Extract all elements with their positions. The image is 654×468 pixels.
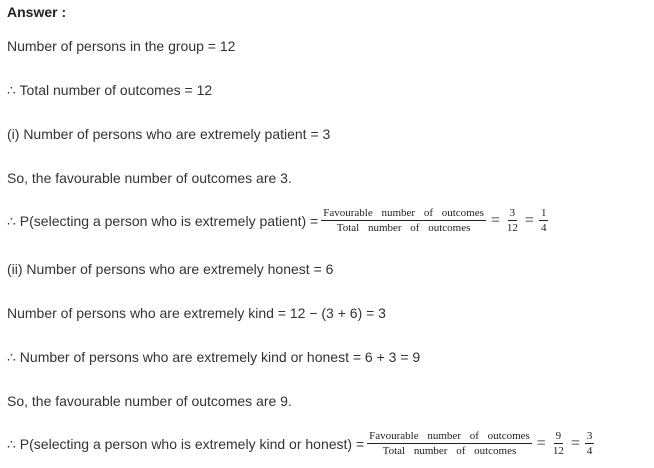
probability-patient-line: ∴ P(selecting a person who is extremely … [7,207,551,234]
fraction-numerator: Favourable number of outcomes [321,207,486,221]
fraction-numerator: Favourable number of outcomes [367,430,532,444]
probability-kind-honest-line: ∴ P(selecting a person who is extremely … [7,430,597,457]
fraction-denominator: 12 [506,222,518,234]
equals-sign: = [524,211,534,229]
favourable-over-total-fraction: Favourable number of outcomes Total numb… [321,207,486,234]
fraction-denominator: 4 [586,445,593,457]
fraction-denominator: 4 [540,222,547,234]
probability-patient-label: ∴ P(selecting a person who is extremely … [7,212,319,229]
kind-or-honest-line: ∴ Number of persons who are extremely ki… [7,349,421,365]
equals-sign: = [490,211,500,229]
fraction-denominator: Total number of outcomes [382,445,517,457]
three-quarters-fraction: 3 4 [584,430,595,457]
favourable-outcomes-patient-line: So, the favourable number of outcomes ar… [7,170,292,186]
favourable-over-total-fraction: Favourable number of outcomes Total numb… [367,430,532,457]
fraction-denominator: 12 [552,445,564,457]
patient-persons-line: (i) Number of persons who are extremely … [7,126,331,142]
equals-sign: = [570,434,580,452]
nine-twelfths-fraction: 9 12 [551,430,566,457]
persons-in-group-line: Number of persons in the group = 12 [7,38,236,54]
fraction-numerator: 3 [507,207,518,221]
one-quarter-fraction: 1 4 [538,207,549,234]
total-outcomes-line: ∴ Total number of outcomes = 12 [7,82,213,98]
favourable-outcomes-kind-honest-line: So, the favourable number of outcomes ar… [7,393,292,409]
fraction-numerator: 9 [553,430,564,444]
honest-persons-line: (ii) Number of persons who are extremely… [7,261,334,277]
equals-sign: = [536,434,546,452]
three-twelfths-fraction: 3 12 [505,207,520,234]
fraction-numerator: 1 [538,207,549,221]
answer-heading: Answer : [7,4,67,20]
kind-persons-line: Number of persons who are extremely kind… [7,305,386,321]
probability-kind-honest-label: ∴ P(selecting a person who is extremely … [7,435,365,452]
fraction-numerator: 3 [584,430,595,444]
fraction-denominator: Total number of outcomes [336,222,471,234]
